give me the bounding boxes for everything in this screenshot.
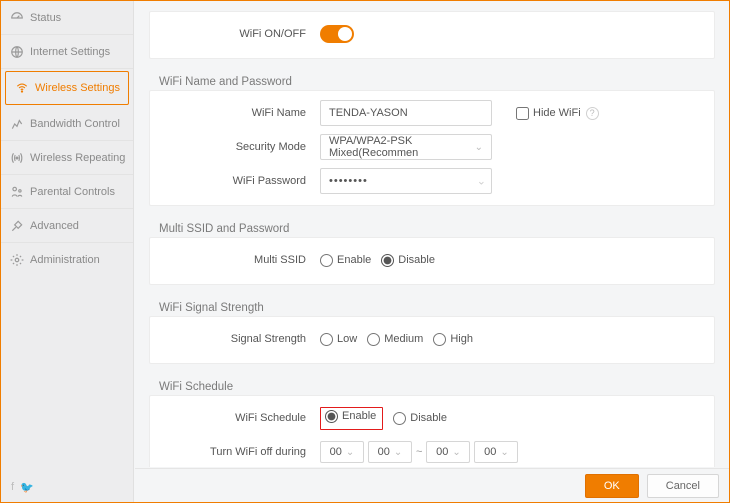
ok-button[interactable]: OK xyxy=(585,474,639,498)
hour2-select[interactable]: 00⌄ xyxy=(426,441,470,463)
nav-label: Parental Controls xyxy=(30,186,115,198)
nav-label: Wireless Repeating xyxy=(30,152,125,164)
gauge-icon xyxy=(10,11,24,25)
signal-medium-radio[interactable]: Medium xyxy=(367,333,423,346)
schedule-disable-radio[interactable]: Disable xyxy=(393,412,447,425)
wifi-onoff-toggle[interactable] xyxy=(320,25,354,43)
sidebar-item-bandwidth[interactable]: Bandwidth Control xyxy=(1,107,133,141)
multi-ssid-disable-radio[interactable]: Disable xyxy=(381,254,435,267)
chevron-down-icon: ⌄ xyxy=(475,142,483,153)
nav-label: Wireless Settings xyxy=(35,82,120,94)
antenna-icon xyxy=(10,151,24,165)
min1-select[interactable]: 00⌄ xyxy=(368,441,412,463)
multi-ssid-section: Multi SSID and Password Multi SSID Enabl… xyxy=(149,216,715,285)
wifi-password-input[interactable] xyxy=(320,168,492,194)
wifi-onoff-card: WiFi ON/OFF xyxy=(149,11,715,59)
chart-icon xyxy=(10,117,24,131)
nav-label: Bandwidth Control xyxy=(30,118,120,130)
section-title: WiFi Schedule xyxy=(149,374,715,395)
sidebar-item-repeating[interactable]: Wireless Repeating xyxy=(1,141,133,175)
multi-ssid-label: Multi SSID xyxy=(160,254,320,266)
security-mode-select[interactable]: WPA/WPA2-PSK Mixed(Recommen ⌄ xyxy=(320,134,492,160)
schedule-enable-radio[interactable]: Enable xyxy=(325,410,376,423)
wifi-password-label: WiFi Password xyxy=(160,175,320,187)
sidebar: Status Internet Settings Wireless Settin… xyxy=(1,1,134,502)
nav-label: Administration xyxy=(30,254,100,266)
signal-high-radio[interactable]: High xyxy=(433,333,473,346)
wifi-name-password-section: WiFi Name and Password WiFi Name Hide Wi… xyxy=(149,69,715,206)
wifi-name-label: WiFi Name xyxy=(160,107,320,119)
sidebar-item-internet[interactable]: Internet Settings xyxy=(1,35,133,69)
family-icon xyxy=(10,185,24,199)
nav-label: Status xyxy=(30,12,61,24)
button-bar: OK Cancel xyxy=(135,468,729,502)
gear-icon xyxy=(10,253,24,267)
signal-strength-label: Signal Strength xyxy=(160,333,320,345)
wifi-schedule-section: WiFi Schedule WiFi Schedule Enable Disab… xyxy=(149,374,715,467)
social-links: f 🐦 xyxy=(11,481,34,494)
hour1-select[interactable]: 00⌄ xyxy=(320,441,364,463)
section-title: WiFi Signal Strength xyxy=(149,295,715,316)
help-icon[interactable]: ? xyxy=(586,107,599,120)
enable-highlight: Enable xyxy=(320,407,383,430)
off-during-label: Turn WiFi off during xyxy=(160,446,320,458)
min2-select[interactable]: 00⌄ xyxy=(474,441,518,463)
sidebar-item-parental[interactable]: Parental Controls xyxy=(1,175,133,209)
sidebar-item-wireless[interactable]: Wireless Settings xyxy=(5,71,129,105)
signal-low-radio[interactable]: Low xyxy=(320,333,357,346)
nav-label: Advanced xyxy=(30,220,79,232)
cancel-button[interactable]: Cancel xyxy=(647,474,719,498)
facebook-icon[interactable]: f xyxy=(11,481,14,494)
sidebar-item-status[interactable]: Status xyxy=(1,1,133,35)
sidebar-item-administration[interactable]: Administration xyxy=(1,243,133,277)
wifi-name-input[interactable] xyxy=(320,100,492,126)
router-settings-window: Status Internet Settings Wireless Settin… xyxy=(0,0,730,503)
multi-ssid-enable-radio[interactable]: Enable xyxy=(320,254,371,267)
wifi-onoff-label: WiFi ON/OFF xyxy=(160,28,320,40)
hide-wifi-checkbox[interactable]: Hide WiFi xyxy=(516,107,581,120)
section-title: Multi SSID and Password xyxy=(149,216,715,237)
wifi-icon xyxy=(15,81,29,95)
eye-icon[interactable]: ⌄ xyxy=(477,175,486,188)
tools-icon xyxy=(10,219,24,233)
nav-label: Internet Settings xyxy=(30,46,110,58)
section-title: WiFi Name and Password xyxy=(149,69,715,90)
twitter-icon[interactable]: 🐦 xyxy=(20,481,34,494)
main-panel: WiFi ON/OFF WiFi Name and Password WiFi … xyxy=(135,1,729,467)
schedule-label: WiFi Schedule xyxy=(160,412,320,424)
security-mode-label: Security Mode xyxy=(160,141,320,153)
time-separator: ~ xyxy=(416,446,422,458)
sidebar-item-advanced[interactable]: Advanced xyxy=(1,209,133,243)
globe-icon xyxy=(10,45,24,59)
signal-strength-section: WiFi Signal Strength Signal Strength Low… xyxy=(149,295,715,364)
